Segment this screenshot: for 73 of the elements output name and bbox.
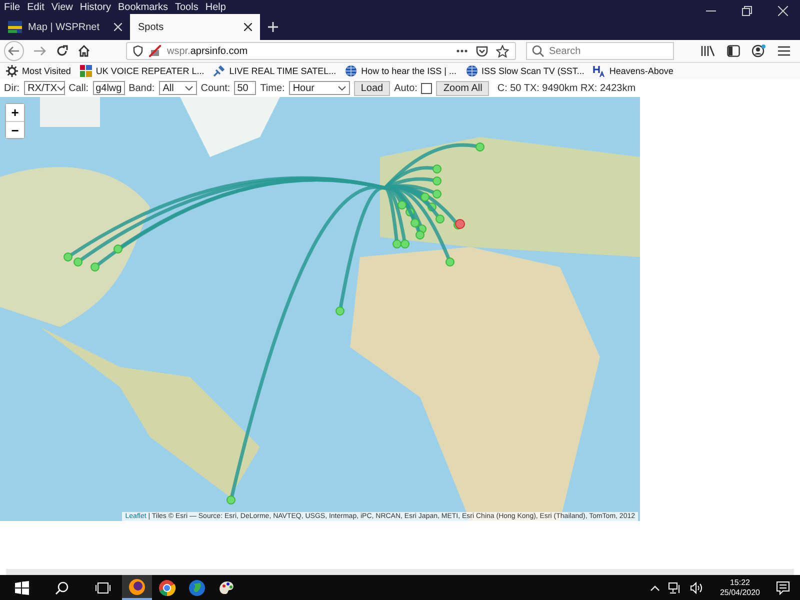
dropdown[interactable]: All [158, 81, 197, 95]
notification-icon[interactable] [776, 580, 790, 594]
colored-squares-icon [80, 65, 92, 77]
letter-h-icon [593, 65, 606, 77]
sidebar-icon[interactable] [727, 45, 740, 57]
network-icon[interactable] [668, 582, 682, 594]
reload-icon[interactable] [56, 45, 68, 57]
menu-item[interactable]: Bookmarks [118, 2, 168, 12]
windows-start-icon[interactable] [15, 580, 29, 594]
field-label: Band: [128, 82, 155, 94]
text-field[interactable]: g4lwg [92, 81, 125, 95]
home-icon[interactable] [78, 45, 90, 57]
shield-icon [133, 45, 143, 57]
caret-icon [338, 86, 346, 90]
paint-palette-icon [218, 578, 236, 596]
search-icon[interactable] [55, 580, 69, 594]
speaker-icon[interactable] [690, 582, 704, 594]
site-icon [8, 21, 22, 33]
field-label: Call: [68, 82, 89, 94]
summary-text: C: 50 TX: 9490km RX: 2423km [497, 82, 636, 94]
globe-icon [466, 65, 478, 77]
horizontal-scrollbar[interactable] [6, 569, 794, 575]
clock[interactable]: 15:22 25/04/2020 [720, 578, 760, 598]
library-icon[interactable] [701, 45, 715, 57]
more-icon[interactable] [456, 49, 468, 53]
bookmark-link[interactable]: Heavens-Above [593, 65, 674, 77]
dropdown[interactable]: RX/TX [24, 81, 65, 95]
url-text: wspr.aprsinfo.com [167, 46, 248, 56]
auto-checkbox[interactable] [421, 82, 432, 94]
chrome-icon [158, 578, 176, 596]
star-icon[interactable] [496, 44, 509, 58]
chevron-up-icon[interactable] [650, 584, 660, 590]
address-bar[interactable]: wspr.aprsinfo.com [126, 42, 516, 60]
search-icon [532, 45, 544, 57]
field-label: Count: [200, 82, 230, 94]
zoom-all-button[interactable]: Zoom All [436, 80, 490, 96]
search-field[interactable]: Search [526, 42, 674, 60]
browser-tab[interactable]: Map | WSPRnet [0, 14, 130, 40]
new-tab-icon[interactable] [268, 22, 278, 32]
close-icon[interactable] [244, 23, 252, 31]
globe-icon [188, 578, 206, 596]
zoom-out-button[interactable]: − [6, 121, 24, 138]
menu-item[interactable]: View [51, 2, 73, 12]
gear-icon [6, 65, 18, 77]
back-icon[interactable] [4, 41, 24, 61]
taskbar-app[interactable] [122, 575, 152, 600]
bookmark-link[interactable]: UK VOICE REPEATER L... [80, 65, 204, 77]
pocket-icon[interactable] [476, 45, 488, 57]
bookmark-link[interactable]: How to hear the ISS | ... [345, 65, 456, 77]
field-label: Auto: [394, 82, 418, 94]
browser-tab[interactable]: Spots [130, 14, 260, 40]
menu-item[interactable]: Help [205, 2, 226, 12]
menu-icon[interactable] [778, 46, 790, 56]
task-view-icon[interactable] [95, 582, 111, 594]
caret-icon [57, 86, 66, 90]
text-field[interactable]: 50 [234, 81, 256, 95]
menu-item[interactable]: History [80, 2, 111, 12]
caret-icon [184, 86, 193, 90]
globe-icon [345, 65, 358, 77]
menu-item[interactable]: Edit [27, 2, 44, 12]
menu-item[interactable]: Tools [175, 2, 198, 12]
field-label: Dir: [4, 82, 20, 94]
bookmark-link[interactable]: ISS Slow Scan TV (SST... [466, 65, 584, 77]
bookmark-link[interactable]: LIVE REAL TIME SATEL... [213, 65, 336, 77]
load-button[interactable]: Load [354, 80, 390, 96]
account-icon[interactable] [752, 44, 766, 58]
firefox-icon [128, 578, 146, 596]
bookmark-link[interactable]: Most Visited [6, 65, 71, 77]
restore-icon[interactable] [742, 6, 752, 16]
menu-item[interactable]: File [4, 2, 20, 12]
dropdown[interactable]: Hour [288, 81, 350, 95]
forward-icon[interactable] [34, 46, 46, 56]
field-label: Time: [260, 82, 285, 94]
